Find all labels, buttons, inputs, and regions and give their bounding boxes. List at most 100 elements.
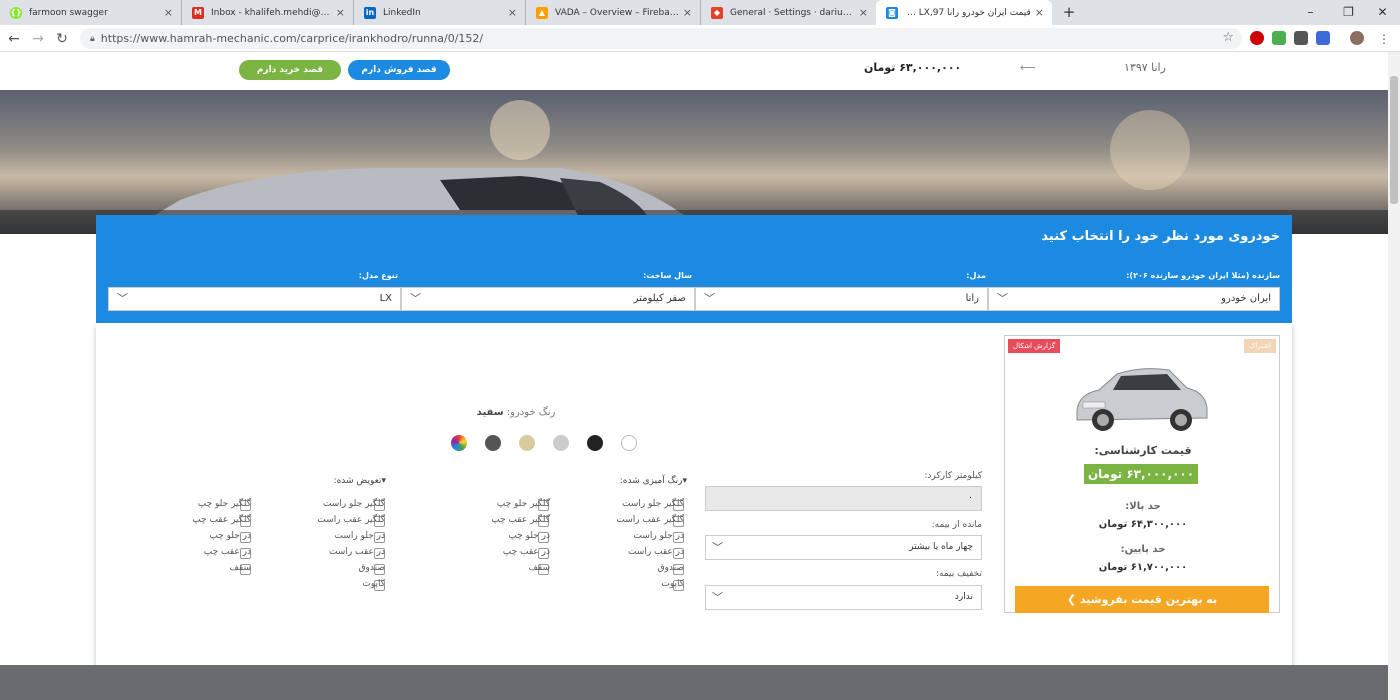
color-swatch-black[interactable] bbox=[587, 435, 603, 451]
insurance-label: مانده از بیمه: bbox=[931, 520, 982, 530]
address-toolbar: ← → ↻ 🔒︎ https://www.hamrah-mechanic.com… bbox=[0, 25, 1400, 52]
close-window-button[interactable]: ✕ bbox=[1360, 0, 1400, 25]
gitlab-icon: ◆ bbox=[711, 6, 723, 19]
tab-firebase[interactable]: ▲ VADA – Overview – Firebase console × bbox=[526, 0, 701, 25]
trim-select[interactable]: LX ﹀ bbox=[108, 287, 401, 311]
price-card: اشتراک گزارش اشکال قیمت کارشناسی: ۶۳,۰۰۰… bbox=[1004, 335, 1280, 613]
close-icon[interactable]: × bbox=[859, 6, 868, 19]
tab-label: General · Settings · dariush / vhe bbox=[730, 7, 855, 18]
year-select[interactable]: صفر کیلومتر ﹀ bbox=[401, 287, 695, 311]
maker-value: ایران خودرو bbox=[1221, 293, 1271, 304]
extension-icon[interactable] bbox=[1272, 31, 1286, 45]
footer-image-strip bbox=[0, 665, 1388, 700]
checkbox-label: صندوق bbox=[358, 563, 385, 573]
checkbox-label: گلگیر عقب چپ bbox=[491, 515, 550, 525]
sticky-price-strip: قصد خرید دارم قصد فروش دارم ۶۳,۰۰۰,۰۰۰ ت… bbox=[0, 52, 1388, 90]
lock-icon: 🔒︎ bbox=[90, 33, 95, 44]
report-issue-button[interactable]: گزارش اشکال bbox=[1008, 339, 1061, 353]
checkbox-label: در عقب چپ bbox=[203, 547, 251, 557]
chevron-down-icon: ﹀ bbox=[712, 591, 723, 604]
url-bar[interactable]: 🔒︎ https://www.hamrah-mechanic.com/carpr… bbox=[80, 28, 1242, 49]
checkbox-label: کاپوت bbox=[362, 579, 385, 589]
tab-farmoon-swagger[interactable]: {} farmoon swagger × bbox=[0, 0, 182, 25]
discount-value: ندارد bbox=[954, 592, 973, 602]
expert-price-label: قیمت کارشناسی: bbox=[1094, 444, 1192, 457]
tab-label: Inbox - khalifeh.mehdi@gmail.com bbox=[211, 7, 332, 18]
checkbox-label: گلگیر عقب راست bbox=[616, 515, 684, 525]
share-button[interactable]: اشتراک bbox=[1244, 339, 1276, 353]
swagger-icon: {} bbox=[10, 6, 22, 19]
discount-label: تخفیف بیمه: bbox=[935, 569, 982, 579]
buy-intent-button[interactable]: قصد خرید دارم bbox=[239, 60, 341, 80]
tab-label: VADA – Overview – Firebase console bbox=[555, 7, 679, 18]
color-swatch-gray[interactable] bbox=[485, 435, 501, 451]
forward-arrow-icon[interactable]: → bbox=[28, 29, 48, 49]
page-scrollbar[interactable] bbox=[1388, 52, 1400, 700]
chevron-down-icon: ﹀ bbox=[997, 292, 1008, 305]
maker-select[interactable]: ایران خودرو ﹀ bbox=[988, 287, 1280, 311]
color-swatch-white[interactable] bbox=[621, 435, 637, 451]
color-swatch-silver[interactable] bbox=[553, 435, 569, 451]
min-price-value: ۶۱,۷۰۰,۰۰۰ تومان bbox=[1098, 562, 1188, 573]
close-icon[interactable]: × bbox=[336, 6, 345, 19]
tab-linkedin[interactable]: in LinkedIn × bbox=[354, 0, 526, 25]
gmail-icon: M bbox=[192, 6, 204, 19]
checkbox-label: در جلو چپ bbox=[508, 531, 550, 541]
tab-gmail[interactable]: M Inbox - khalifeh.mehdi@gmail.com × bbox=[182, 0, 354, 25]
max-price-label: حد بالا: bbox=[1125, 501, 1161, 512]
insurance-value: چهار ماه یا بیشتر bbox=[909, 542, 973, 552]
chevron-down-icon: ﹀ bbox=[410, 292, 421, 305]
tab-gitlab[interactable]: ◆ General · Settings · dariush / vhe × bbox=[701, 0, 876, 25]
model-value: رانا bbox=[965, 293, 979, 304]
checkbox-label: در عقب راست bbox=[328, 547, 385, 557]
color-swatch-beige[interactable] bbox=[519, 435, 535, 451]
tab-hamrah-mechanic[interactable]: ◙ قیمت ایران خودرو رانا LX,97 - همراه × bbox=[876, 0, 1052, 25]
form-title: خودروی مورد نظر خود را انتخاب کنید bbox=[1041, 229, 1280, 244]
profile-avatar[interactable] bbox=[1350, 31, 1364, 45]
trim-value: LX bbox=[379, 293, 392, 304]
close-icon[interactable]: × bbox=[1035, 6, 1044, 19]
maker-label: سازنده (مثلا ایران خودرو سازنده ۲۰۶): bbox=[1126, 271, 1280, 280]
checkbox-label: در جلو راست bbox=[633, 531, 685, 541]
year-value: صفر کیلومتر bbox=[633, 293, 686, 304]
chevron-down-icon: ﹀ bbox=[704, 292, 715, 305]
checkbox-label: در عقب چپ bbox=[502, 547, 550, 557]
car-selection-form: خودروی مورد نظر خود را انتخاب کنید سازند… bbox=[96, 215, 1292, 323]
car-photo bbox=[1076, 368, 1208, 431]
tab-label: قیمت ایران خودرو رانا LX,97 - همراه bbox=[905, 7, 1031, 18]
reload-icon[interactable]: ↻ bbox=[52, 29, 72, 49]
close-icon[interactable]: × bbox=[683, 6, 692, 19]
scrollbar-thumb[interactable] bbox=[1390, 76, 1398, 204]
car-color-heading: رنگ خودرو: سفید bbox=[436, 407, 596, 418]
sell-best-price-button[interactable]: به بهترین قیمت بفروشید ❯ bbox=[1015, 586, 1269, 613]
sell-intent-button[interactable]: قصد فروش دارم bbox=[348, 60, 450, 80]
page-viewport: قصد خرید دارم قصد فروش دارم ۶۳,۰۰۰,۰۰۰ ت… bbox=[0, 52, 1388, 700]
car-year-title: رانا ۱۳۹۷ bbox=[1124, 61, 1166, 74]
model-select[interactable]: رانا ﹀ bbox=[695, 287, 988, 311]
linkedin-icon: in bbox=[364, 6, 376, 19]
back-arrow-icon[interactable]: ← bbox=[4, 29, 24, 49]
color-swatch-other[interactable] bbox=[451, 435, 467, 451]
extension-icon[interactable] bbox=[1294, 31, 1308, 45]
price-content-panel: اشتراک گزارش اشکال قیمت کارشناسی: ۶۳,۰۰۰… bbox=[96, 323, 1292, 675]
translate-extension-icon[interactable] bbox=[1316, 31, 1330, 45]
opera-extension-icon[interactable] bbox=[1250, 31, 1264, 45]
checkbox-label: گلگیر جلو راست bbox=[322, 499, 385, 509]
top-price: ۶۳,۰۰۰,۰۰۰ تومان bbox=[864, 61, 962, 74]
km-input[interactable]: ۰ bbox=[705, 486, 982, 511]
insurance-select[interactable]: چهار ماه یا بیشتر ﹀ bbox=[705, 535, 982, 560]
close-icon[interactable]: × bbox=[508, 6, 517, 19]
bookmark-star-icon[interactable]: ☆ bbox=[1222, 30, 1234, 45]
menu-kebab-icon[interactable]: ⋮ bbox=[1374, 29, 1394, 49]
year-label: سال ساخت: bbox=[643, 271, 692, 280]
checkbox-label: کاپوت bbox=[661, 579, 684, 589]
close-icon[interactable]: × bbox=[164, 6, 173, 19]
car-color-value: سفید bbox=[476, 407, 504, 418]
checkbox-label: در جلو راست bbox=[334, 531, 386, 541]
replaced-header: ▾تعویض شده: bbox=[333, 476, 386, 486]
new-tab-button[interactable]: + bbox=[1060, 3, 1078, 21]
discount-select[interactable]: ندارد ﹀ bbox=[705, 585, 982, 610]
model-label: مدل: bbox=[966, 271, 986, 280]
checkbox-label: گلگیر عقب چپ bbox=[192, 515, 251, 525]
min-price-label: حد پایین: bbox=[1120, 544, 1166, 555]
